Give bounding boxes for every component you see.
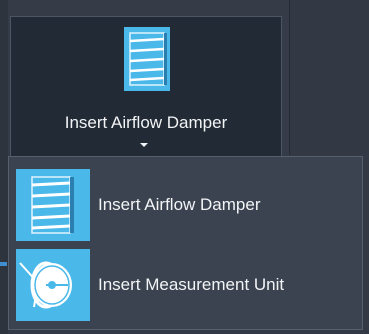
- menu-item-label: Insert Airflow Damper: [98, 195, 261, 214]
- panel-edge-indicator: [0, 262, 7, 266]
- menu-item-insert-measurement-unit[interactable]: Insert Measurement Unit: [16, 249, 356, 321]
- menu-item-insert-airflow-damper[interactable]: Insert Airflow Damper: [16, 169, 356, 241]
- menu-item-label: Insert Measurement Unit: [98, 275, 285, 294]
- dropdown-arrow-icon[interactable]: [140, 143, 148, 147]
- airflow-damper-icon: [16, 169, 90, 241]
- ribbon-button-label: Insert Airflow Damper: [64, 113, 228, 132]
- left-panel-strip: [0, 0, 8, 334]
- adjacent-ribbon-panel: [289, 0, 369, 155]
- dropdown-menu: Insert Airflow Damper Insert Measurement…: [8, 156, 363, 330]
- measurement-unit-icon: [16, 249, 90, 321]
- airflow-damper-icon: [124, 27, 170, 91]
- panel-separator: [289, 0, 290, 155]
- insert-airflow-damper-split-button[interactable]: Insert Airflow Damper: [10, 16, 282, 156]
